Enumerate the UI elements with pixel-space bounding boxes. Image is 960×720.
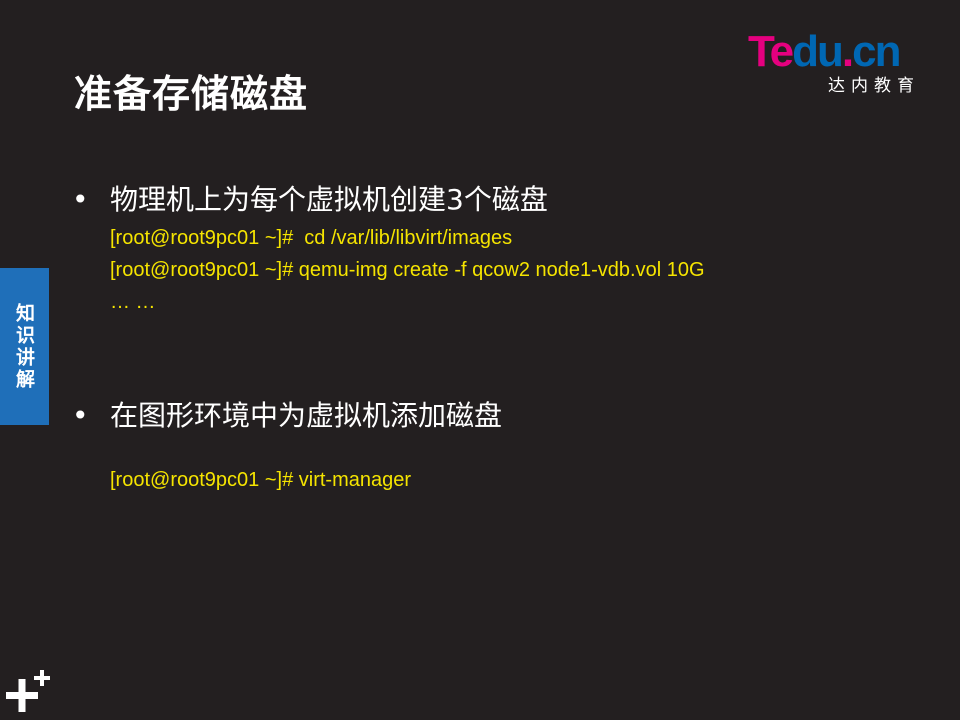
section-tab: 知识讲解 xyxy=(0,268,49,425)
logo-subtitle: 达内教育 xyxy=(828,76,920,96)
tedu-logo: Tedu.cn 达内教育 xyxy=(748,28,934,100)
bullet-text-create-disks: 物理机上为每个虚拟机创建3个磁盘 xyxy=(110,183,548,216)
bullet-marker: • xyxy=(72,399,89,432)
code-line-ellipsis: … … xyxy=(110,291,156,313)
logo-wordmark: Tedu.cn xyxy=(748,27,901,76)
code-line-virt-manager: [root@root9pc01 ~]# virt-manager xyxy=(110,469,412,491)
section-tab-label: 知识讲解 xyxy=(13,302,35,391)
plus-icon xyxy=(6,670,50,712)
code-line-qemu-img: [root@root9pc01 ~]# qemu-img create -f q… xyxy=(110,259,705,281)
bullet-marker: • xyxy=(72,183,89,216)
slide-title: 准备存储磁盘 xyxy=(74,72,309,116)
bullet-text-add-disk-gui: 在图形环境中为虚拟机添加磁盘 xyxy=(110,399,503,432)
slide: 准备存储磁盘 Tedu.cn 达内教育 知识讲解 • 物理机上为每个虚拟机创建3… xyxy=(0,0,960,720)
code-line-cd: [root@root9pc01 ~]# cd /var/lib/libvirt/… xyxy=(110,227,513,249)
